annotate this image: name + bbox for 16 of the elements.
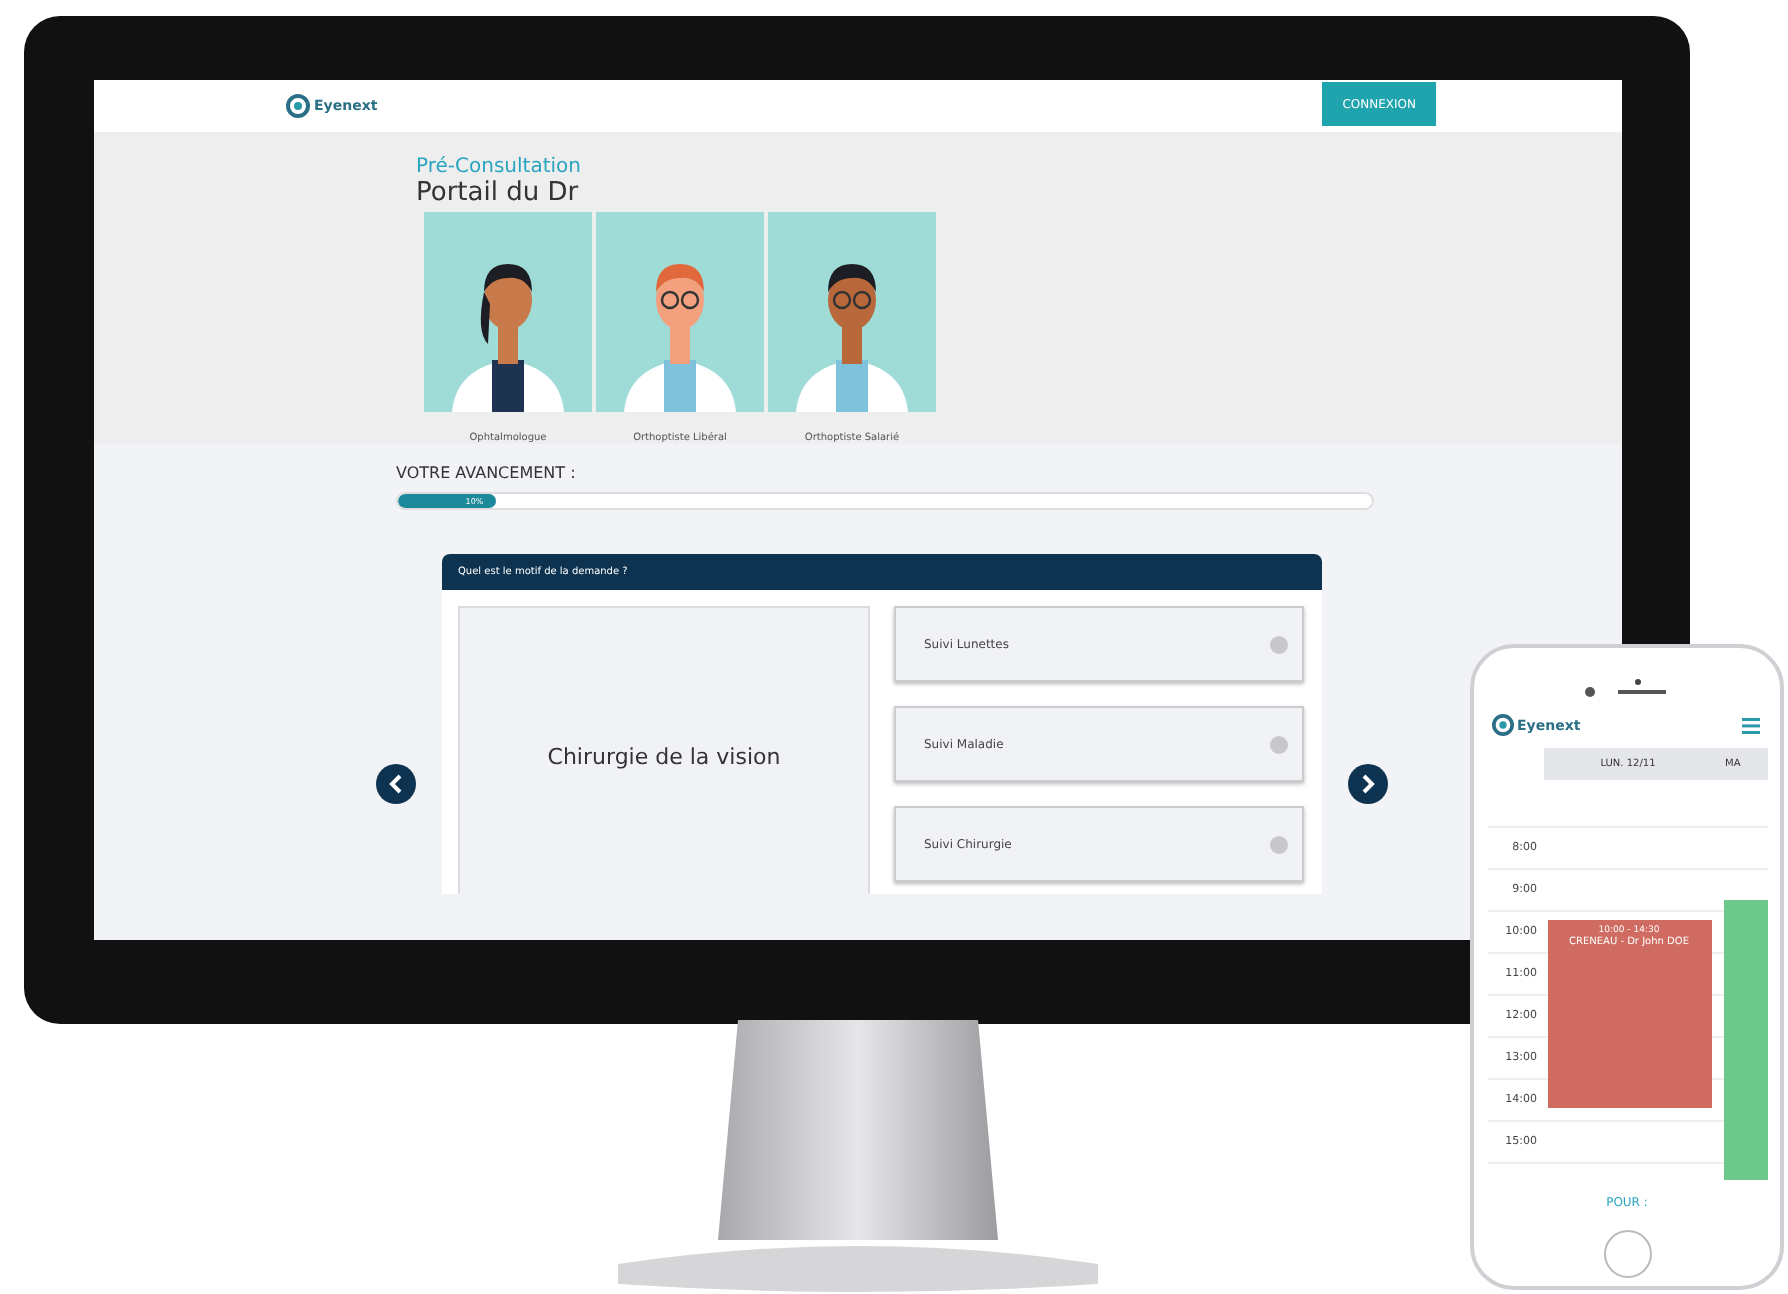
progress-label: VOTRE AVANCEMENT :	[396, 464, 578, 482]
page-title: Portail du Dr	[416, 178, 581, 208]
menu-icon[interactable]	[1741, 717, 1759, 733]
logo-icon	[286, 94, 310, 118]
info-icon	[1270, 835, 1288, 853]
subtitle: Pré-Consultation	[416, 156, 583, 178]
chevron-right-icon	[1360, 774, 1376, 794]
previous-button[interactable]	[376, 764, 416, 804]
next-button[interactable]	[1348, 764, 1388, 804]
doctor-illustration[interactable]	[768, 212, 936, 412]
info-icon	[1270, 635, 1288, 653]
info-icon	[1270, 735, 1288, 753]
logo-icon	[1491, 714, 1513, 736]
featured-option-tile[interactable]: Chirurgie de la vision	[458, 606, 870, 894]
doctor-illustration[interactable]	[424, 212, 592, 412]
chevron-left-icon	[388, 774, 404, 794]
